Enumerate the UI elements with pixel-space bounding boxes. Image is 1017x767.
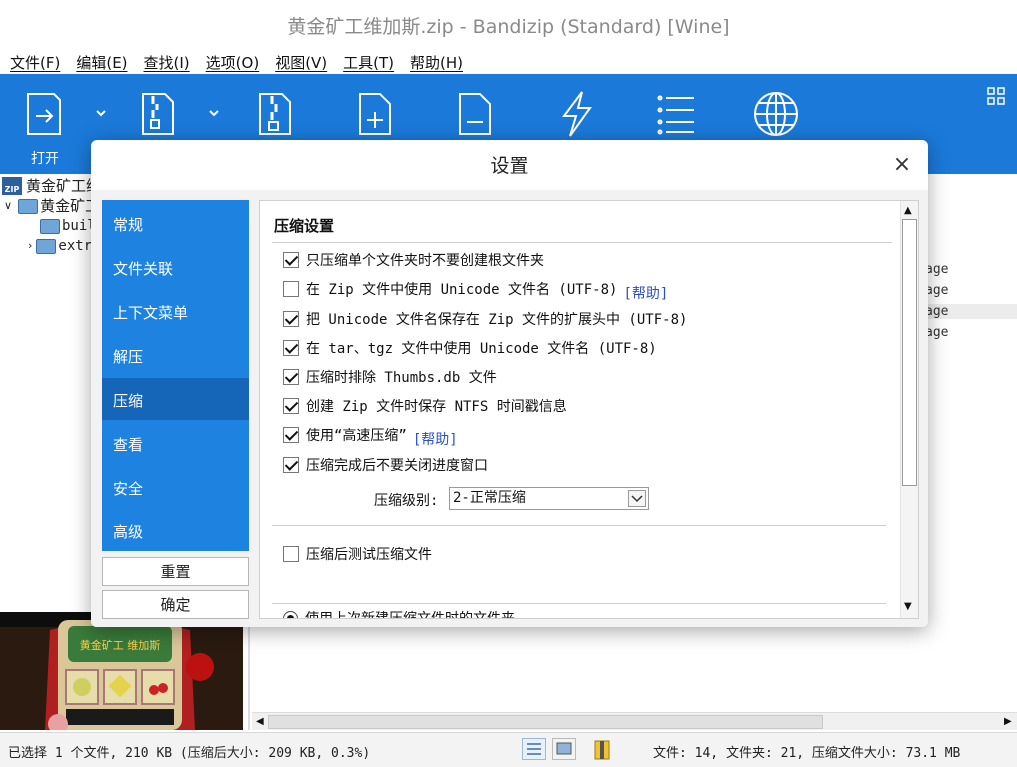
ok-button[interactable]: 确定 <box>102 590 249 619</box>
menu-bar: 文件(F) 编辑(E) 查找(I) 选项(O) 视图(V) 工具(T) 帮助(H… <box>0 52 1017 74</box>
help-link[interactable]: [帮助] <box>413 429 458 449</box>
archive-info-icon[interactable] <box>592 739 612 761</box>
zip-icon: ZIP <box>2 177 22 195</box>
option-last-folder[interactable]: 使用上次新建压缩文件时的文件夹 <box>283 608 515 618</box>
option-unicode-extra-header[interactable]: 把 Unicode 文件名保存在 Zip 文件的扩展头中 (UTF-8) <box>283 309 687 329</box>
tree-root[interactable]: ZIP 黄金矿工维 <box>2 176 101 196</box>
option-no-root-folder[interactable]: 只压缩单个文件夹时不要创建根文件夹 <box>283 250 544 270</box>
checkbox[interactable] <box>283 398 299 414</box>
divider <box>272 525 886 526</box>
nav-item-compress[interactable]: 压缩 <box>102 378 249 420</box>
option-fast-compress[interactable]: 使用“高速压缩” [帮助] <box>283 425 458 448</box>
delete-file-icon[interactable] <box>452 90 500 138</box>
status-selection: 已选择 1 个文件, 210 KB (压缩后大小: 209 KB, 0.3%) <box>8 746 371 761</box>
option-ntfs-timestamp[interactable]: 创建 Zip 文件时保存 NTFS 时间戳信息 <box>283 396 567 416</box>
nav-item-extract[interactable]: 解压 <box>102 334 249 376</box>
checkbox[interactable] <box>283 427 299 443</box>
option-keep-progress-window[interactable]: 压缩完成后不要关闭进度窗口 <box>283 455 488 475</box>
checkbox[interactable] <box>283 281 299 297</box>
tree-folder[interactable]: ∨ 黄金矿工 <box>4 196 100 216</box>
option-test-after-compress[interactable]: 压缩后测试压缩文件 <box>283 544 432 564</box>
folder-icon <box>18 198 39 214</box>
thumbnail-view-icon[interactable] <box>552 738 576 760</box>
checkbox[interactable] <box>283 252 299 268</box>
folder-icon <box>36 238 57 254</box>
status-bar: 已选择 1 个文件, 210 KB (压缩后大小: 209 KB, 0.3%) … <box>0 732 1017 767</box>
view-grid-icon[interactable] <box>987 87 1005 105</box>
menu-tools[interactable]: 工具(T) <box>333 52 400 74</box>
globe-icon[interactable] <box>752 90 800 138</box>
settings-nav: 常规 文件关联 上下文菜单 解压 压缩 查看 安全 高级 <box>102 200 249 551</box>
scroll-thumb[interactable] <box>268 715 823 729</box>
folder-icon <box>40 218 60 234</box>
menu-find[interactable]: 查找(I) <box>134 52 196 74</box>
chevron-down-icon[interactable]: ∨ <box>4 196 12 216</box>
game-thumbnail: 黄金矿工 维加斯 <box>0 612 243 734</box>
preview-image: 黄金矿工 维加斯 <box>0 612 243 734</box>
svg-text:黄金矿工 维加斯: 黄金矿工 维加斯 <box>80 638 161 652</box>
scroll-left-icon[interactable]: ◀ <box>256 716 264 727</box>
nav-item-advanced[interactable]: 高级 <box>102 509 249 551</box>
tree-child[interactable]: › extr <box>28 236 92 256</box>
compression-level-label: 压缩级别: <box>374 493 439 509</box>
nav-item-general[interactable]: 常规 <box>102 202 249 244</box>
file-row-fragment-selected[interactable]: age <box>922 304 1017 319</box>
checkbox[interactable] <box>283 340 299 356</box>
menu-options[interactable]: 选项(O) <box>196 52 266 74</box>
checkbox[interactable] <box>283 457 299 473</box>
checkbox[interactable] <box>283 369 299 385</box>
chevron-right-icon[interactable]: › <box>28 236 32 256</box>
menu-file[interactable]: 文件(F) <box>0 52 66 74</box>
divider <box>272 603 886 604</box>
scroll-right-icon[interactable]: ▶ <box>1004 716 1012 727</box>
dialog-body: 常规 文件关联 上下文菜单 解压 压缩 查看 安全 高级 重置 确定 压缩设置 … <box>91 190 928 627</box>
open-icon[interactable] <box>22 90 70 138</box>
scroll-down-icon[interactable]: ▼ <box>904 601 912 612</box>
option-zip-unicode[interactable]: 在 Zip 文件中使用 Unicode 文件名 (UTF-8) [帮助] <box>283 279 668 302</box>
file-row-fragment[interactable]: age <box>925 283 948 298</box>
chevron-down-icon[interactable] <box>95 108 107 118</box>
menu-view[interactable]: 视图(V) <box>265 52 333 74</box>
details-view-icon[interactable] <box>522 738 546 760</box>
archive-icon[interactable] <box>252 90 300 138</box>
section-title: 压缩设置 <box>274 217 335 235</box>
checkbox[interactable] <box>283 311 299 327</box>
settings-panel: 压缩设置 只压缩单个文件夹时不要创建根文件夹 在 Zip 文件中使用 Unico… <box>259 200 919 619</box>
file-row-fragment[interactable]: age <box>925 325 948 340</box>
status-summary: 文件: 14, 文件夹: 21, 压缩文件大小: 73.1 MB <box>653 746 961 761</box>
settings-content: 压缩设置 只压缩单个文件夹时不要创建根文件夹 在 Zip 文件中使用 Unico… <box>260 201 900 618</box>
nav-item-context-menu[interactable]: 上下文菜单 <box>102 290 249 332</box>
option-exclude-thumbs[interactable]: 压缩时排除 Thumbs.db 文件 <box>283 367 497 387</box>
list-icon[interactable] <box>652 90 700 138</box>
option-tar-unicode[interactable]: 在 tar、tgz 文件中使用 Unicode 文件名 (UTF-8) <box>283 338 657 358</box>
nav-item-file-association[interactable]: 文件关联 <box>102 246 249 288</box>
nav-item-view[interactable]: 查看 <box>102 422 249 464</box>
vertical-scrollbar[interactable]: ▲ ▼ <box>900 201 918 618</box>
file-row-fragment[interactable]: age <box>925 262 948 277</box>
compression-level-select[interactable]: 2-正常压缩 <box>449 487 649 510</box>
add-file-icon[interactable] <box>352 90 400 138</box>
nav-item-security[interactable]: 安全 <box>102 466 249 508</box>
scroll-up-icon[interactable]: ▲ <box>904 205 912 216</box>
scroll-thumb[interactable] <box>902 219 917 486</box>
help-link[interactable]: [帮助] <box>623 283 668 303</box>
tree-child[interactable]: buil <box>40 216 96 236</box>
chevron-down-icon[interactable] <box>208 108 220 118</box>
divider <box>272 242 892 243</box>
dialog-title: 设置 <box>490 155 529 177</box>
chevron-down-icon[interactable] <box>628 490 646 507</box>
pane-divider[interactable] <box>248 612 250 730</box>
menu-edit[interactable]: 编辑(E) <box>66 52 133 74</box>
close-icon[interactable]: × <box>891 154 913 176</box>
radio-button[interactable] <box>283 610 298 618</box>
window-title: 黄金矿工维加斯.zip - Bandizip (Standard) [Wine] <box>0 0 1017 52</box>
settings-dialog: 设置 × 常规 文件关联 上下文菜单 解压 压缩 查看 安全 高级 重置 确定 … <box>91 140 928 627</box>
open-label[interactable]: 打开 <box>31 148 59 168</box>
checkbox[interactable] <box>283 546 299 562</box>
test-icon[interactable] <box>552 90 600 138</box>
reset-button[interactable]: 重置 <box>102 557 249 586</box>
extract-icon[interactable] <box>135 90 183 138</box>
menu-help[interactable]: 帮助(H) <box>400 52 469 74</box>
horizontal-scrollbar[interactable]: ◀ ▶ <box>252 712 1017 730</box>
